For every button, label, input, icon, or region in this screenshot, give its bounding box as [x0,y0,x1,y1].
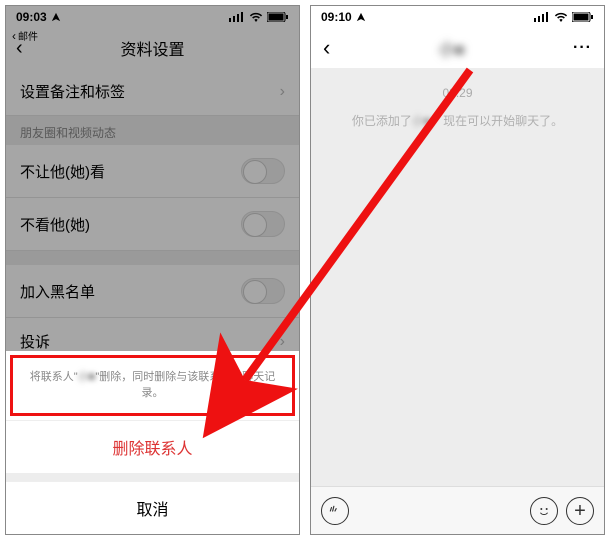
status-bar: 09:10 [311,6,604,28]
sysmsg-name-blur: 小■ [412,112,431,129]
sheet-msg-prefix: 将联系人" [30,371,78,383]
sysmsg-suffix: ，现在可以开始聊天了。 [431,114,563,128]
sheet-message-highlight: 将联系人"小■"删除，同时删除与该联系人的聊天记录。 [10,355,295,416]
chat-title-blur: 小■ [439,36,465,60]
voice-icon[interactable] [321,497,349,525]
left-phone-screenshot: 09:03 邮件 ‹ 资料设置 设置备注和标签 › 朋友圈和视频动态 [5,5,300,535]
sheet-msg-name-blur: 小■ [78,370,96,385]
more-icon[interactable]: ··· [573,39,592,57]
cancel-button[interactable]: 取消 [6,481,299,534]
signal-icon [534,12,550,22]
location-icon [356,12,366,22]
status-time: 09:10 [321,10,352,24]
sysmsg-prefix: 你已添加了 [352,114,412,128]
chat-timestamp: 08:29 [442,86,472,100]
delete-contact-button[interactable]: 删除联系人 [6,420,299,473]
emoji-icon[interactable] [530,497,558,525]
back-icon[interactable]: ‹ [323,35,330,61]
chat-area: 08:29 你已添加了小■，现在可以开始聊天了。 [311,68,604,486]
battery-icon [572,12,594,22]
system-message: 你已添加了小■，现在可以开始聊天了。 [352,112,563,129]
sheet-msg-suffix: "删除，同时删除与该联系人的聊天记录。 [95,371,275,398]
chat-nav: ‹ 小■ ··· [311,28,604,68]
right-phone-screenshot: 09:10 ‹ 小■ ··· 08:29 你已添加了小■，现在可以开始聊天了。 [310,5,605,535]
action-sheet: 将联系人"小■"删除，同时删除与该联系人的聊天记录。 删除联系人 取消 [6,351,299,534]
wifi-icon [554,12,568,22]
plus-icon[interactable]: + [566,497,594,525]
chat-input-bar: + [311,486,604,534]
